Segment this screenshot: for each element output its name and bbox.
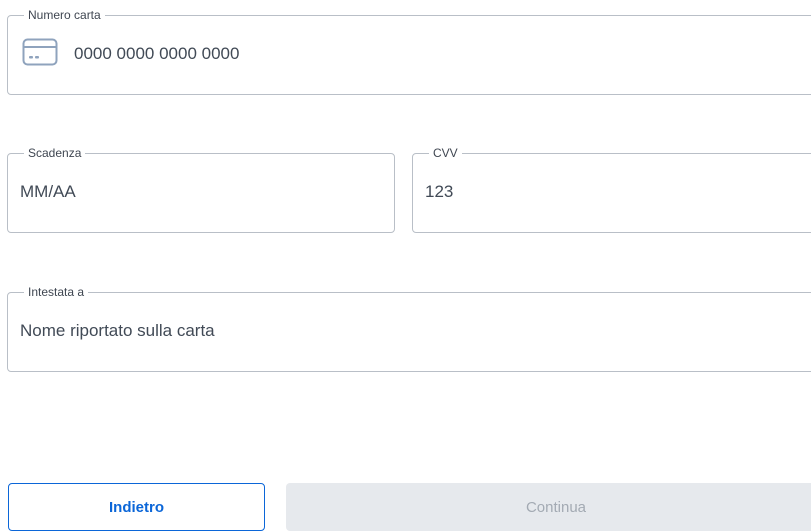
- expiry-label: Scadenza: [28, 146, 82, 160]
- continue-button[interactable]: Continua: [286, 483, 811, 531]
- cvv-input[interactable]: 123: [425, 182, 453, 202]
- card-holder-label: Intestata a: [28, 285, 85, 299]
- expiry-input[interactable]: MM/AA: [20, 182, 76, 202]
- card-holder-field[interactable]: Intestata a Nome riportato sulla carta: [7, 286, 811, 372]
- card-number-label: Numero carta: [28, 8, 101, 22]
- back-button[interactable]: Indietro: [8, 483, 265, 531]
- card-payment-form: Numero carta 0000 0000 0000 0000 Scadenz…: [0, 0, 811, 532]
- expiry-field[interactable]: Scadenza MM/AA: [7, 147, 395, 233]
- card-holder-input[interactable]: Nome riportato sulla carta: [20, 321, 215, 341]
- credit-card-icon: [20, 38, 74, 71]
- cvv-field[interactable]: CVV 123: [412, 147, 811, 233]
- card-number-input[interactable]: 0000 0000 0000 0000: [74, 44, 239, 64]
- cvv-label: CVV: [433, 146, 458, 160]
- card-number-field[interactable]: Numero carta 0000 0000 0000 0000: [7, 9, 811, 95]
